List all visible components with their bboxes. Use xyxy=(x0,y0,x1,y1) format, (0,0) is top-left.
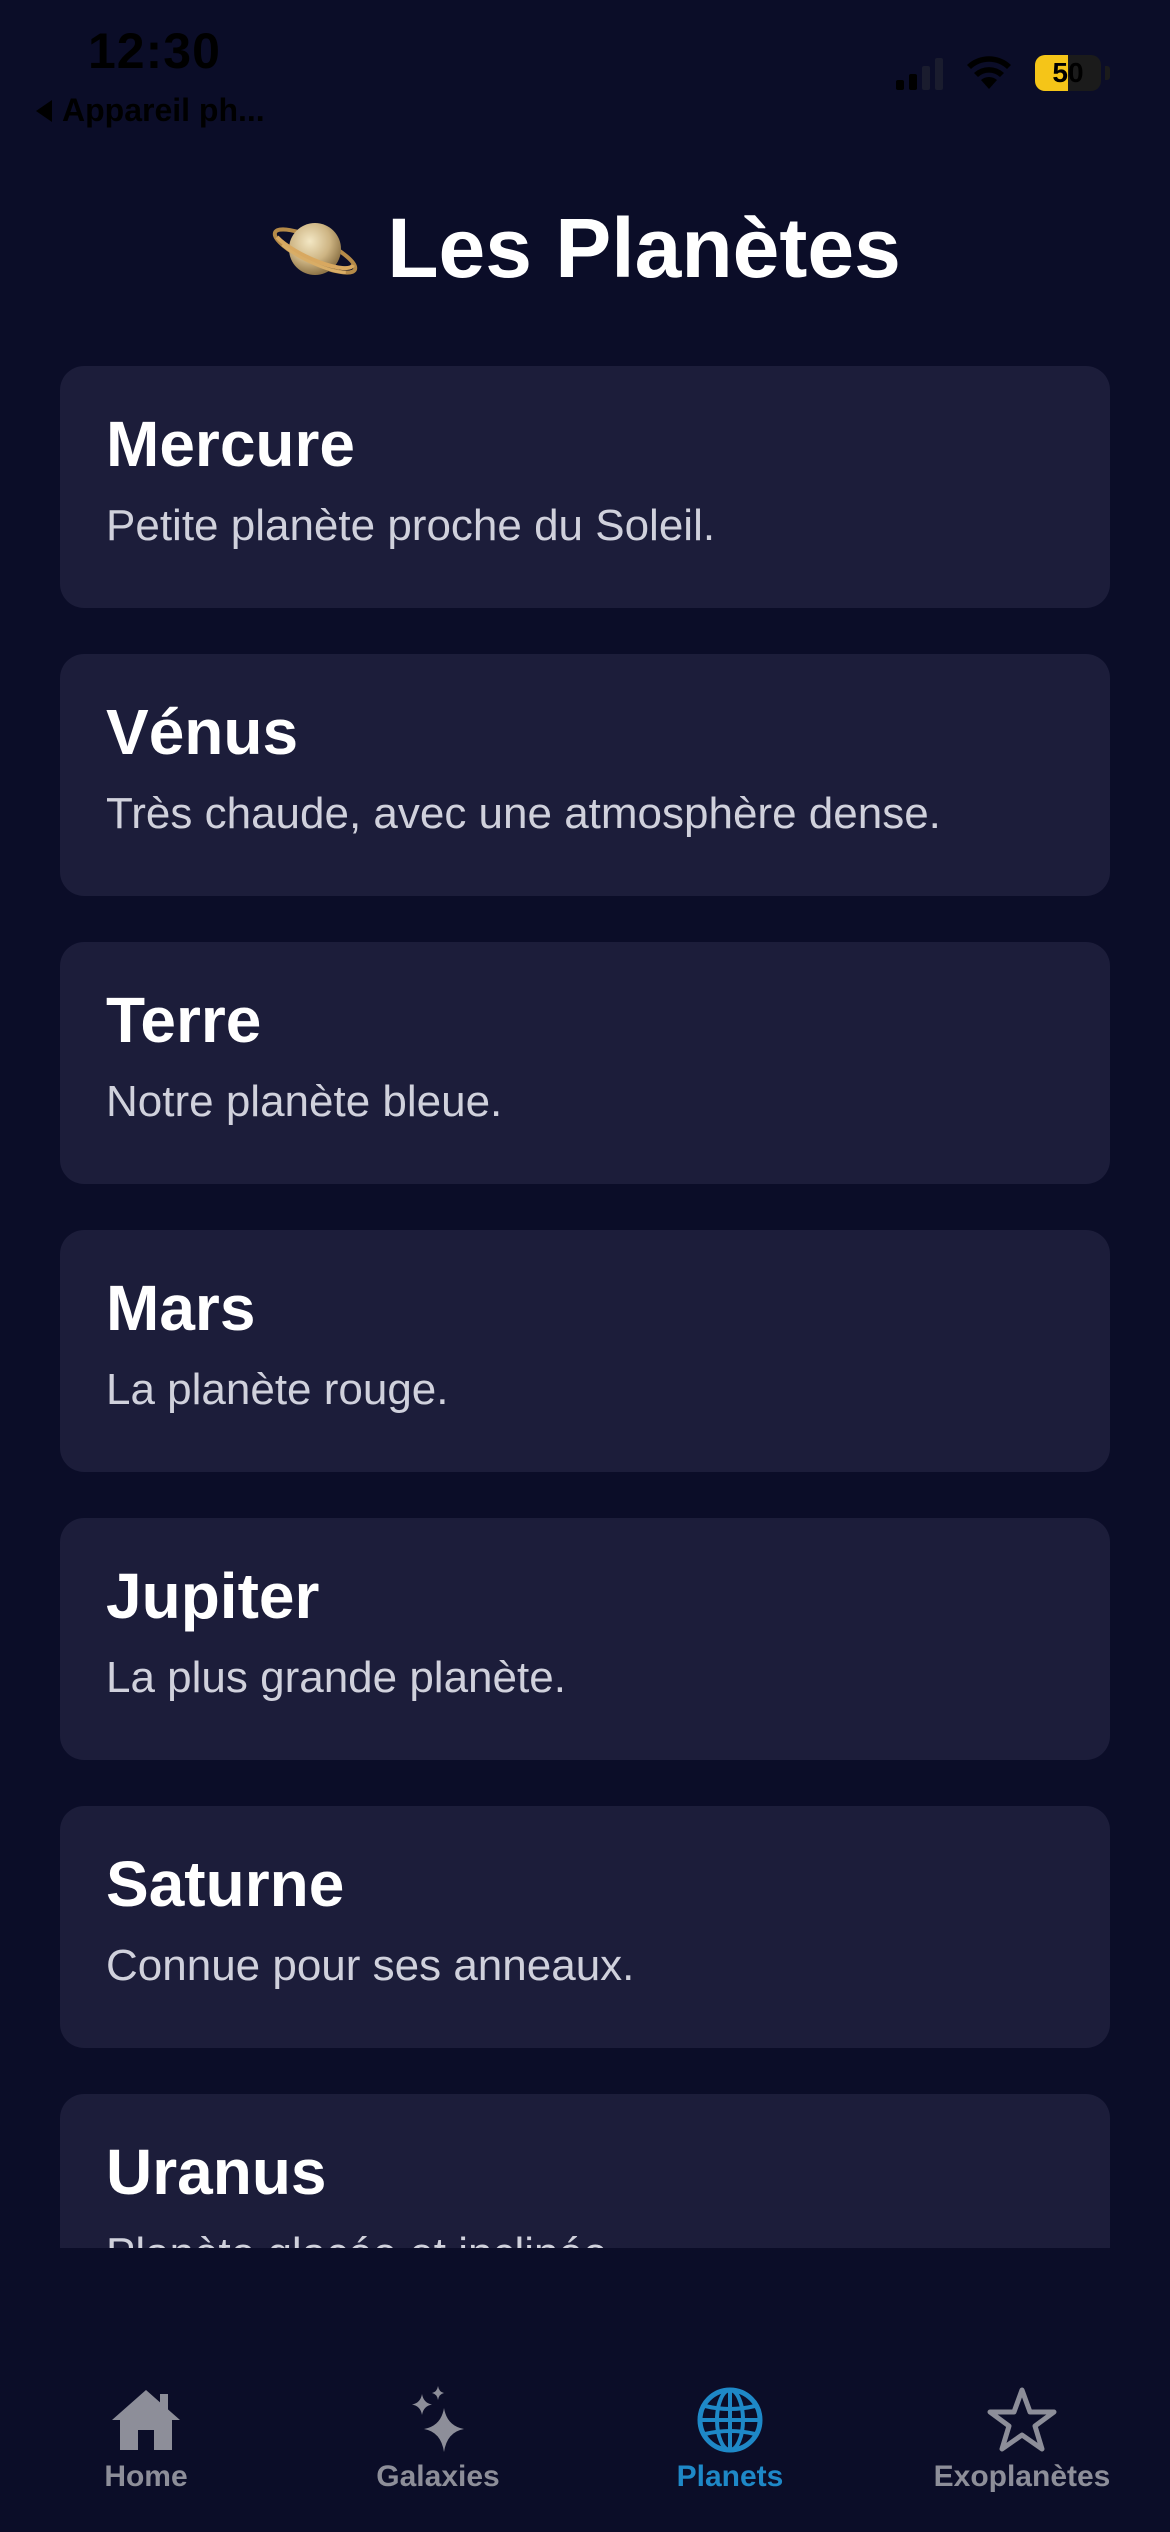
tab-label: Galaxies xyxy=(376,2460,500,2493)
planet-card-mercure[interactable]: Mercure Petite planète proche du Soleil. xyxy=(60,366,1110,608)
globe-icon xyxy=(697,2387,763,2453)
planet-list-viewport[interactable]: Les Planètes Mercure Petite planète proc… xyxy=(0,0,1170,2248)
planet-name: Mars xyxy=(106,1272,256,1344)
tab-exoplanetes[interactable]: Exoplanètes xyxy=(876,2386,1168,2494)
planet-description: Planète glacée et inclinée. xyxy=(106,2229,1064,2248)
planet-card-uranus[interactable]: Uranus Planète glacée et inclinée. xyxy=(60,2094,1110,2248)
planet-description: La plus grande planète. xyxy=(106,1653,566,1702)
sparkles-icon xyxy=(412,2386,464,2452)
tab-bar: Home Galaxies Planets Exoplanètes xyxy=(0,2248,1170,2532)
home-icon xyxy=(112,2390,180,2450)
planet-name: Vénus xyxy=(106,696,299,768)
saturn-icon xyxy=(272,222,358,275)
planet-card-jupiter[interactable]: Jupiter La plus grande planète. xyxy=(60,1518,1110,1760)
planet-card-saturne[interactable]: Saturne Connue pour ses anneaux. xyxy=(60,1806,1110,2048)
page-title: Les Planètes xyxy=(0,200,1170,297)
planet-list: Mercure Petite planète proche du Soleil.… xyxy=(60,366,1110,2248)
planet-name: Jupiter xyxy=(106,1560,320,1632)
planet-name: Terre xyxy=(106,984,262,1056)
planet-description: Connue pour ses anneaux. xyxy=(106,1941,635,1990)
tab-label: Home xyxy=(104,2460,188,2493)
page-title-text: Les Planètes xyxy=(387,201,901,295)
planet-card-terre[interactable]: Terre Notre planète bleue. xyxy=(60,942,1110,1184)
planet-description: La planète rouge. xyxy=(106,1365,449,1414)
star-icon xyxy=(987,2387,1057,2452)
planet-description: Petite planète proche du Soleil. xyxy=(106,501,716,550)
planet-name: Saturne xyxy=(106,1848,345,1920)
tab-planets[interactable]: Planets xyxy=(584,2386,876,2494)
planet-card-mars[interactable]: Mars La planète rouge. xyxy=(60,1230,1110,1472)
planet-description: Très chaude, avec une atmosphère dense. xyxy=(106,789,941,838)
planet-name: Mercure xyxy=(106,408,355,480)
planet-card-venus[interactable]: Vénus Très chaude, avec une atmosphère d… xyxy=(60,654,1110,896)
planet-description: Notre planète bleue. xyxy=(106,1077,503,1126)
planet-name: Uranus xyxy=(106,2136,327,2208)
tab-galaxies[interactable]: Galaxies xyxy=(292,2386,584,2494)
tab-label: Planets xyxy=(676,2460,784,2493)
tab-home[interactable]: Home xyxy=(0,2386,292,2494)
tab-label: Exoplanètes xyxy=(933,2460,1111,2493)
